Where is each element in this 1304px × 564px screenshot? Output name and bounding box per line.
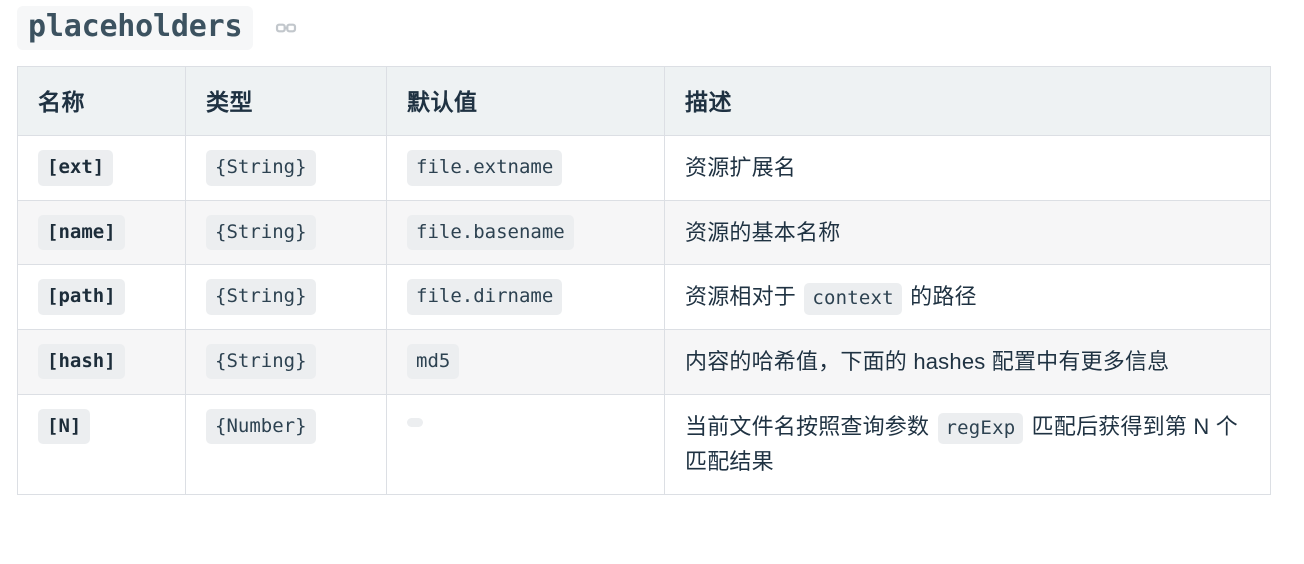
inline-code: context	[804, 283, 902, 315]
table-row: [name] {String} file.basename 资源的基本名称	[17, 199, 1271, 266]
description-text: 当前文件名按照查询参数 regExp 匹配后获得到第 N 个匹配结果	[685, 409, 1254, 480]
description-fragment: 资源相对于	[685, 284, 803, 310]
description-text: 资源扩展名	[685, 150, 1254, 186]
cell-placeholder-name: [path]	[17, 264, 186, 330]
documentation-page: placeholders 名称 类型 默认值 描述 [ext] {String}…	[0, 0, 1304, 564]
column-header-name: 名称	[17, 66, 186, 136]
description-text: 资源相对于 context 的路径	[685, 279, 1254, 315]
cell-placeholder-name: [hash]	[17, 328, 186, 395]
cell-placeholder-default: file.basename	[386, 199, 665, 266]
cell-placeholder-name-code: [N]	[38, 408, 91, 445]
cell-placeholder-type-code: {String}	[206, 214, 316, 251]
cell-placeholder-type-code: {String}	[206, 343, 316, 380]
cell-placeholder-default-code: file.dirname	[407, 279, 563, 315]
description-fragment: 内容的哈希值，下面的 hashes 配置中有更多信息	[685, 348, 1170, 374]
column-header-desc: 描述	[664, 66, 1271, 136]
table-header: 名称 类型 默认值 描述	[17, 66, 1271, 136]
description-fragment: 资源扩展名	[685, 155, 797, 180]
description-fragment: 资源的基本名称	[685, 219, 841, 245]
description-fragment: 当前文件名按照查询参数	[685, 413, 936, 439]
cell-placeholder-type-code: {String}	[206, 150, 316, 186]
table-body: [ext] {String} file.extname 资源扩展名 [name] {Str…	[17, 135, 1271, 495]
cell-placeholder-type-code: {String}	[206, 279, 316, 315]
cell-placeholder-default: md5	[386, 328, 665, 395]
cell-placeholder-default: file.extname	[386, 135, 665, 201]
table-row: [hash] {String} md5 内容的哈希值，下面的 hashes 配置中有更…	[17, 328, 1271, 395]
cell-placeholder-default-code: file.extname	[407, 150, 563, 186]
cell-placeholder-name: [ext]	[17, 135, 186, 201]
table-row: [N] {Number} 当前文件名按照查询参数 regExp 匹配后获得到第 N …	[17, 393, 1271, 495]
cell-placeholder-type-code: {Number}	[206, 408, 316, 445]
cell-placeholder-default: file.dirname	[386, 264, 665, 330]
cell-placeholder-description: 当前文件名按照查询参数 regExp 匹配后获得到第 N 个匹配结果	[664, 393, 1271, 495]
cell-placeholder-name-code: [path]	[38, 279, 125, 315]
cell-placeholder-name-code: [name]	[38, 214, 125, 251]
cell-placeholder-default	[386, 393, 665, 495]
column-header-default: 默认值	[386, 66, 665, 136]
cell-placeholder-type: {String}	[185, 328, 387, 395]
description-text: 内容的哈希值，下面的 hashes 配置中有更多信息	[685, 344, 1254, 380]
cell-placeholder-name: [name]	[17, 199, 186, 266]
page-title: placeholders	[17, 6, 254, 50]
cell-placeholder-type: {String}	[185, 199, 387, 266]
description-fragment: 的路径	[903, 284, 977, 310]
description-text: 资源的基本名称	[685, 215, 1254, 251]
table-row: [ext] {String} file.extname 资源扩展名	[17, 135, 1271, 201]
cell-placeholder-type: {String}	[185, 135, 387, 201]
placeholders-table-wrapper: 名称 类型 默认值 描述 [ext] {String} file.extname 资源…	[17, 66, 1271, 495]
cell-placeholder-description: 资源扩展名	[664, 135, 1271, 201]
section-heading: placeholders	[0, 0, 1304, 52]
column-header-type: 类型	[185, 66, 387, 136]
cell-placeholder-description: 资源相对于 context 的路径	[664, 264, 1271, 330]
cell-placeholder-name-code: [ext]	[38, 150, 114, 186]
cell-placeholder-type: {String}	[185, 264, 387, 330]
cell-placeholder-type: {Number}	[185, 393, 387, 495]
table-header-row: 名称 类型 默认值 描述	[17, 66, 1271, 136]
cell-placeholder-description: 内容的哈希值，下面的 hashes 配置中有更多信息	[664, 328, 1271, 395]
cell-placeholder-default-code: file.basename	[407, 214, 574, 251]
inline-code: regExp	[937, 412, 1024, 445]
cell-placeholder-description: 资源的基本名称	[664, 199, 1271, 266]
cell-placeholder-name-code: [hash]	[38, 343, 125, 380]
cell-placeholder-default-code: md5	[407, 343, 460, 380]
cell-placeholder-name: [N]	[17, 393, 186, 495]
placeholders-table: 名称 类型 默认值 描述 [ext] {String} file.extname 资源…	[17, 66, 1271, 495]
cell-placeholder-default-code	[407, 417, 423, 427]
link-chain-icon[interactable]	[273, 15, 299, 41]
table-row: [path] {String} file.dirname 资源相对于 context …	[17, 264, 1271, 330]
